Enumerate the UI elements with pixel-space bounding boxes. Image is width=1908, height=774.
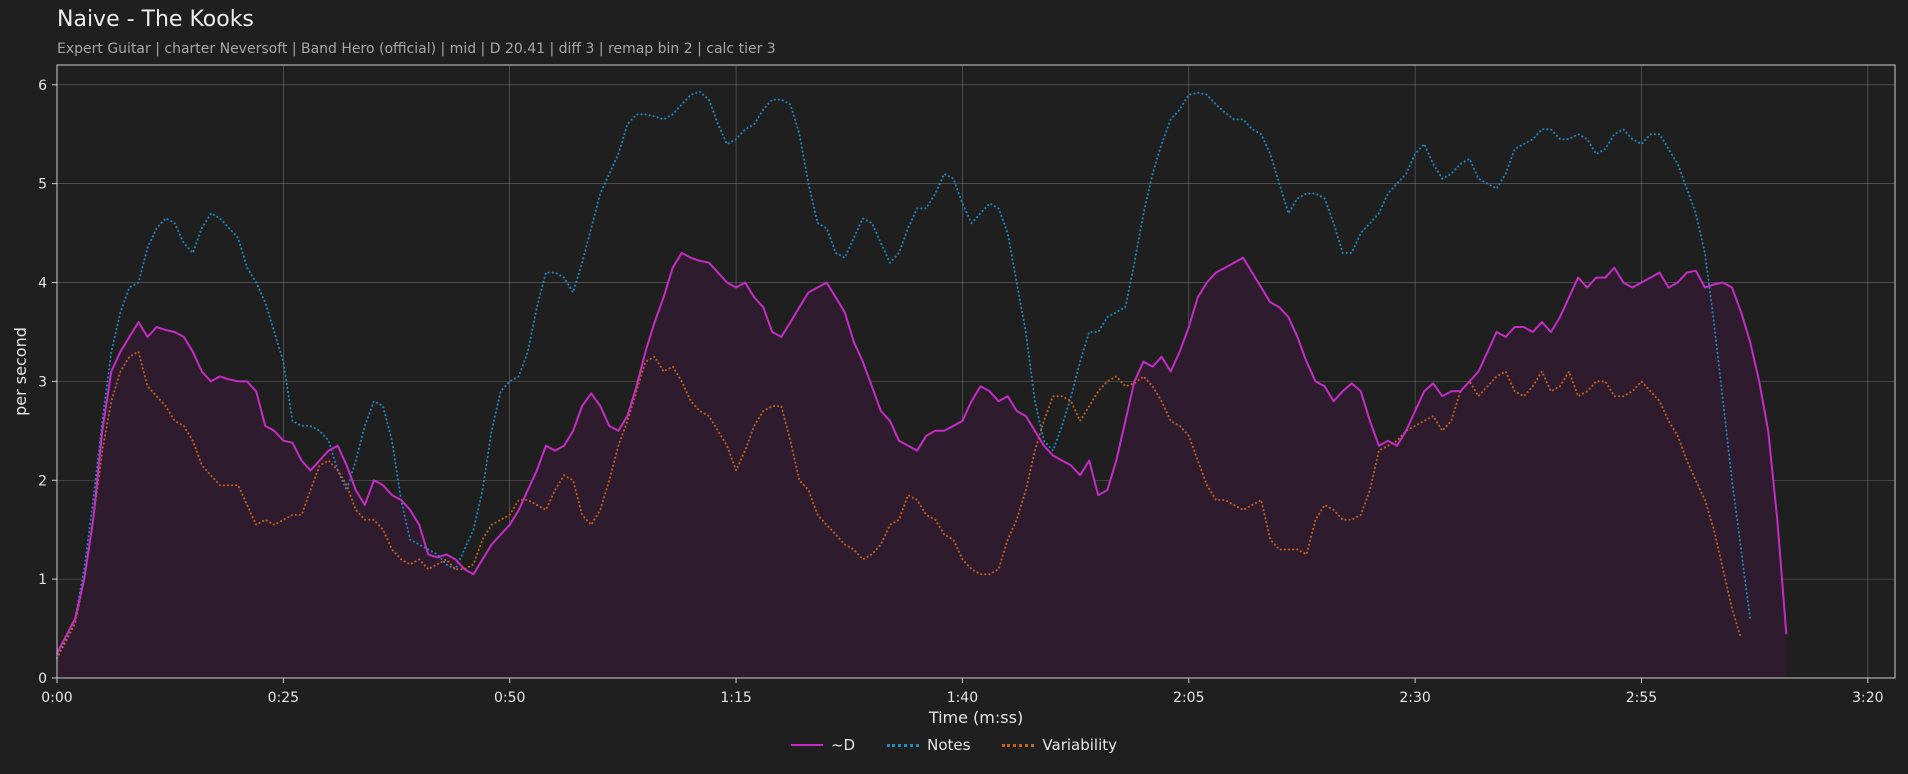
x-tick-label: 1:40 (947, 690, 978, 706)
y-tick-label: 6 (38, 78, 47, 94)
x-tick-label: 3:20 (1852, 690, 1883, 706)
y-tick-label: 5 (38, 177, 47, 193)
x-axis-label: Time (m:ss) (928, 708, 1023, 727)
y-tick-label: 0 (38, 671, 47, 687)
x-tick-label: 2:05 (1173, 690, 1204, 706)
legend-swatch-variability (1002, 743, 1035, 747)
legend-swatch-d (790, 744, 823, 746)
y-tick-label: 3 (38, 374, 47, 390)
legend-label-variability: Variability (1042, 736, 1118, 754)
legend-label-notes: Notes (927, 736, 971, 754)
x-tick-label: 1:15 (720, 690, 751, 706)
legend-swatch-notes (887, 743, 920, 747)
y-axis-label: per second (11, 327, 30, 416)
legend: ~D Notes Variability (0, 736, 1908, 754)
y-tick-label: 1 (38, 572, 47, 588)
x-tick-label: 2:30 (1399, 690, 1430, 706)
legend-label-d: ~D (830, 736, 856, 754)
x-tick-label: 0:00 (41, 690, 72, 706)
x-tick-label: 2:55 (1626, 690, 1657, 706)
y-tick-label: 2 (38, 473, 47, 489)
y-tick-label: 4 (38, 276, 47, 292)
legend-item-variability: Variability (1002, 736, 1117, 754)
legend-item-d: ~D (790, 736, 856, 754)
legend-item-notes: Notes (887, 736, 970, 754)
x-tick-label: 0:50 (494, 690, 525, 706)
x-tick-label: 0:25 (268, 690, 299, 706)
line-chart: 0:00 0:25 0:50 1:15 1:40 2:05 2:30 2:55 3:20 0 1 2… (11, 64, 1896, 727)
x-axis: 0:00 0:25 0:50 1:15 1:40 2:05 2:30 2:55 3:20 (41, 678, 1884, 706)
y-axis: 0 1 2 3 4 5 6 (38, 78, 57, 687)
